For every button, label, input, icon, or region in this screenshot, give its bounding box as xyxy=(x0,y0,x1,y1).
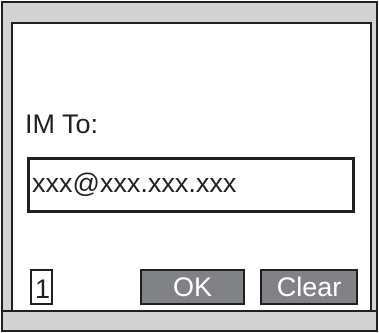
recipient-address-field[interactable]: xxx@xxx.xxx.xxx xyxy=(27,157,355,213)
ok-button[interactable]: OK xyxy=(140,269,245,305)
recipient-address-value: xxx@xxx.xxx.xxx xyxy=(32,168,237,198)
clear-button[interactable]: Clear xyxy=(260,269,358,305)
phone-screen: IM To: xxx@xxx.xxx.xxx 1 OK Clear xyxy=(1,1,378,332)
input-mode-indicator: 1 xyxy=(30,269,53,305)
im-to-label: IM To: xyxy=(25,109,99,139)
status-bar xyxy=(3,3,376,22)
bottom-bar xyxy=(3,310,376,330)
im-compose-panel: IM To: xxx@xxx.xxx.xxx 1 OK Clear xyxy=(11,22,372,310)
